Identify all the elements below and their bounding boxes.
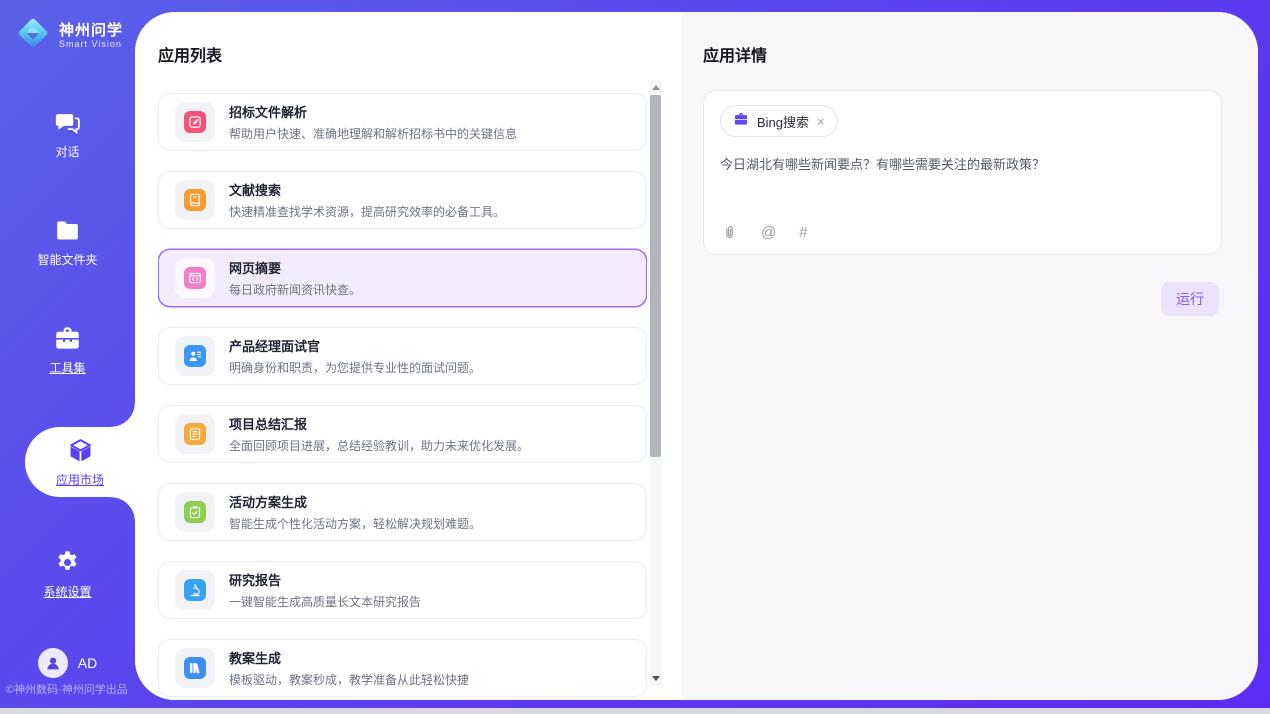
app-card-proj-report[interactable]: 项目总结汇报全面回顾项目进展，总结经验教训，助力未来优化发展。 — [158, 405, 647, 463]
sidebar-item-toolset[interactable]: 工具集 — [0, 319, 135, 381]
app-card-event-plan[interactable]: 活动方案生成智能生成个性化活动方案，轻松解决规划难题。 — [158, 483, 647, 541]
copyright-footer: ©神州数码·神州问学出品 — [6, 681, 135, 697]
at-icon[interactable]: @ — [761, 224, 776, 241]
sidebar-item-label: 系统设置 — [43, 583, 91, 600]
app-card-pm-interview[interactable]: 产品经理面试官明确身份和职责，为您提供专业性的面试问题。 — [158, 327, 647, 385]
app-icon-box — [175, 648, 215, 688]
user-initials: AD — [78, 655, 97, 671]
app-card-text: 招标文件解析帮助用户快速、准确地理解和解析招标书中的关键信息 — [229, 102, 517, 142]
briefcase-icon — [733, 111, 749, 132]
chat-icon — [54, 109, 81, 136]
app-card-text: 教案生成模板驱动，教案秒成，教学准备从此轻松快捷 — [229, 648, 469, 688]
app-card-list: 招标文件解析帮助用户快速、准确地理解和解析招标书中的关键信息文献搜索快速精准查找… — [158, 93, 647, 700]
user-profile[interactable]: AD — [0, 648, 135, 678]
sidebar-item-chat[interactable]: 对话 — [0, 103, 135, 165]
sidebar-item-label: 对话 — [55, 143, 79, 160]
app-card-description: 模板驱动，教案秒成，教学准备从此轻松快捷 — [229, 671, 469, 688]
attachment-toolbar: @# — [721, 224, 808, 241]
paperclip-icon[interactable] — [721, 224, 738, 241]
scrollbar-thumb[interactable] — [650, 95, 661, 457]
hash-icon[interactable]: # — [799, 224, 807, 241]
app-card-title: 活动方案生成 — [229, 492, 481, 511]
app-icon-box — [175, 336, 215, 376]
brand-logo: 神州问学 Smart Vision — [14, 14, 123, 57]
bottom-strip — [0, 708, 1270, 714]
app-card-title: 文献搜索 — [229, 180, 505, 199]
app-card-title: 教案生成 — [229, 648, 469, 667]
run-row: 运行 — [703, 282, 1222, 316]
app-card-title: 研究报告 — [229, 570, 421, 589]
scrollbar[interactable] — [649, 80, 662, 686]
prompt-card: Bing搜索 × 今日湖北有哪些新闻要点？有哪些需要关注的最新政策？ @# — [703, 90, 1222, 255]
app-card-text: 项目总结汇报全面回顾项目进展，总结经验教训，助力未来优化发展。 — [229, 414, 529, 454]
app-icon-box — [175, 414, 215, 454]
sidebar-item-label: 应用市场 — [56, 471, 104, 488]
diamond-logo-icon — [14, 14, 52, 57]
app-card-description: 帮助用户快速、准确地理解和解析招标书中的关键信息 — [229, 125, 517, 142]
web-code-icon — [184, 267, 206, 289]
app-card-description: 全面回顾项目进展，总结经验教训，助力未来优化发展。 — [229, 437, 529, 454]
app-list-title: 应用列表 — [158, 42, 682, 66]
app-icon-box — [175, 492, 215, 532]
run-button[interactable]: 运行 — [1161, 282, 1219, 316]
app-card-text: 产品经理面试官明确身份和职责，为您提供专业性的面试问题。 — [229, 336, 481, 376]
app-card-text: 网页摘要每日政府新闻资讯快查。 — [229, 258, 361, 298]
app-card-description: 快速精准查找学术资源，提高研究效率的必备工具。 — [229, 203, 505, 220]
app-icon-box — [175, 180, 215, 220]
content-window: 应用列表 招标文件解析帮助用户快速、准确地理解和解析招标书中的关键信息文献搜索快… — [135, 12, 1258, 700]
brand-name: 神州问学 — [59, 22, 123, 39]
app-card-bid-parse[interactable]: 招标文件解析帮助用户快速、准确地理解和解析招标书中的关键信息 — [158, 93, 647, 151]
app-card-title: 网页摘要 — [229, 258, 361, 277]
sidebar-item-label: 工具集 — [49, 359, 85, 376]
app-card-title: 招标文件解析 — [229, 102, 517, 121]
app-icon-box — [175, 102, 215, 142]
app-card-research[interactable]: 研究报告一键智能生成高质量长文本研究报告 — [158, 561, 647, 619]
tool-chip-label: Bing搜索 — [757, 112, 809, 131]
scroll-down-arrow-icon[interactable] — [652, 676, 660, 681]
interviewer-icon — [184, 345, 206, 367]
book-icon — [184, 189, 206, 211]
app-detail-title: 应用详情 — [703, 42, 1222, 66]
app-card-title: 项目总结汇报 — [229, 414, 529, 433]
app-list-panel: 应用列表 招标文件解析帮助用户快速、准确地理解和解析招标书中的关键信息文献搜索快… — [135, 12, 682, 700]
tool-chip-bing-search[interactable]: Bing搜索 × — [720, 105, 838, 137]
clipboard-check-icon — [184, 501, 206, 523]
app-icon-box — [175, 570, 215, 610]
note-icon — [184, 423, 206, 445]
cube-icon — [67, 437, 94, 464]
research-icon — [184, 579, 206, 601]
app-detail-panel: 应用详情 Bing搜索 × 今日湖北有哪些新闻要点？有哪些需要关注的最新政策？ … — [682, 12, 1258, 700]
app-card-title: 产品经理面试官 — [229, 336, 481, 355]
app-card-web-summary[interactable]: 网页摘要每日政府新闻资讯快查。 — [158, 249, 647, 307]
app-card-description: 明确身份和职责，为您提供专业性的面试问题。 — [229, 359, 481, 376]
app-card-text: 活动方案生成智能生成个性化活动方案，轻松解决规划难题。 — [229, 492, 481, 532]
sidebar-item-smart-folder[interactable]: 智能文件夹 — [0, 211, 135, 273]
app-card-lit-search[interactable]: 文献搜索快速精准查找学术资源，提高研究效率的必备工具。 — [158, 171, 647, 229]
toolbox-icon — [54, 325, 81, 352]
app-card-description: 一键智能生成高质量长文本研究报告 — [229, 593, 421, 610]
app-card-description: 每日政府新闻资讯快查。 — [229, 281, 361, 298]
sidebar-item-label: 智能文件夹 — [37, 251, 97, 268]
query-input[interactable]: 今日湖北有哪些新闻要点？有哪些需要关注的最新政策？ — [720, 155, 1205, 174]
sidebar-nav: 对话智能文件夹工具集应用市场系统设置 — [0, 103, 135, 651]
sidebar-item-app-market[interactable]: 应用市场 — [25, 427, 135, 497]
edit-icon — [184, 111, 206, 133]
avatar — [38, 648, 68, 678]
scroll-up-arrow-icon[interactable] — [652, 85, 660, 90]
gear-icon — [54, 549, 81, 576]
sidebar: 神州问学 Smart Vision 对话智能文件夹工具集应用市场系统设置 AD … — [0, 0, 135, 714]
sidebar-item-settings[interactable]: 系统设置 — [0, 543, 135, 605]
books-icon — [184, 657, 206, 679]
app-icon-box — [175, 258, 215, 298]
brand-subtitle: Smart Vision — [59, 39, 123, 50]
app-card-text: 研究报告一键智能生成高质量长文本研究报告 — [229, 570, 421, 610]
app-card-description: 智能生成个性化活动方案，轻松解决规划难题。 — [229, 515, 481, 532]
chip-close-icon[interactable]: × — [817, 115, 825, 128]
app-card-text: 文献搜索快速精准查找学术资源，提高研究效率的必备工具。 — [229, 180, 505, 220]
folder-icon — [54, 217, 81, 244]
app-card-lesson-plan[interactable]: 教案生成模板驱动，教案秒成，教学准备从此轻松快捷 — [158, 639, 647, 697]
